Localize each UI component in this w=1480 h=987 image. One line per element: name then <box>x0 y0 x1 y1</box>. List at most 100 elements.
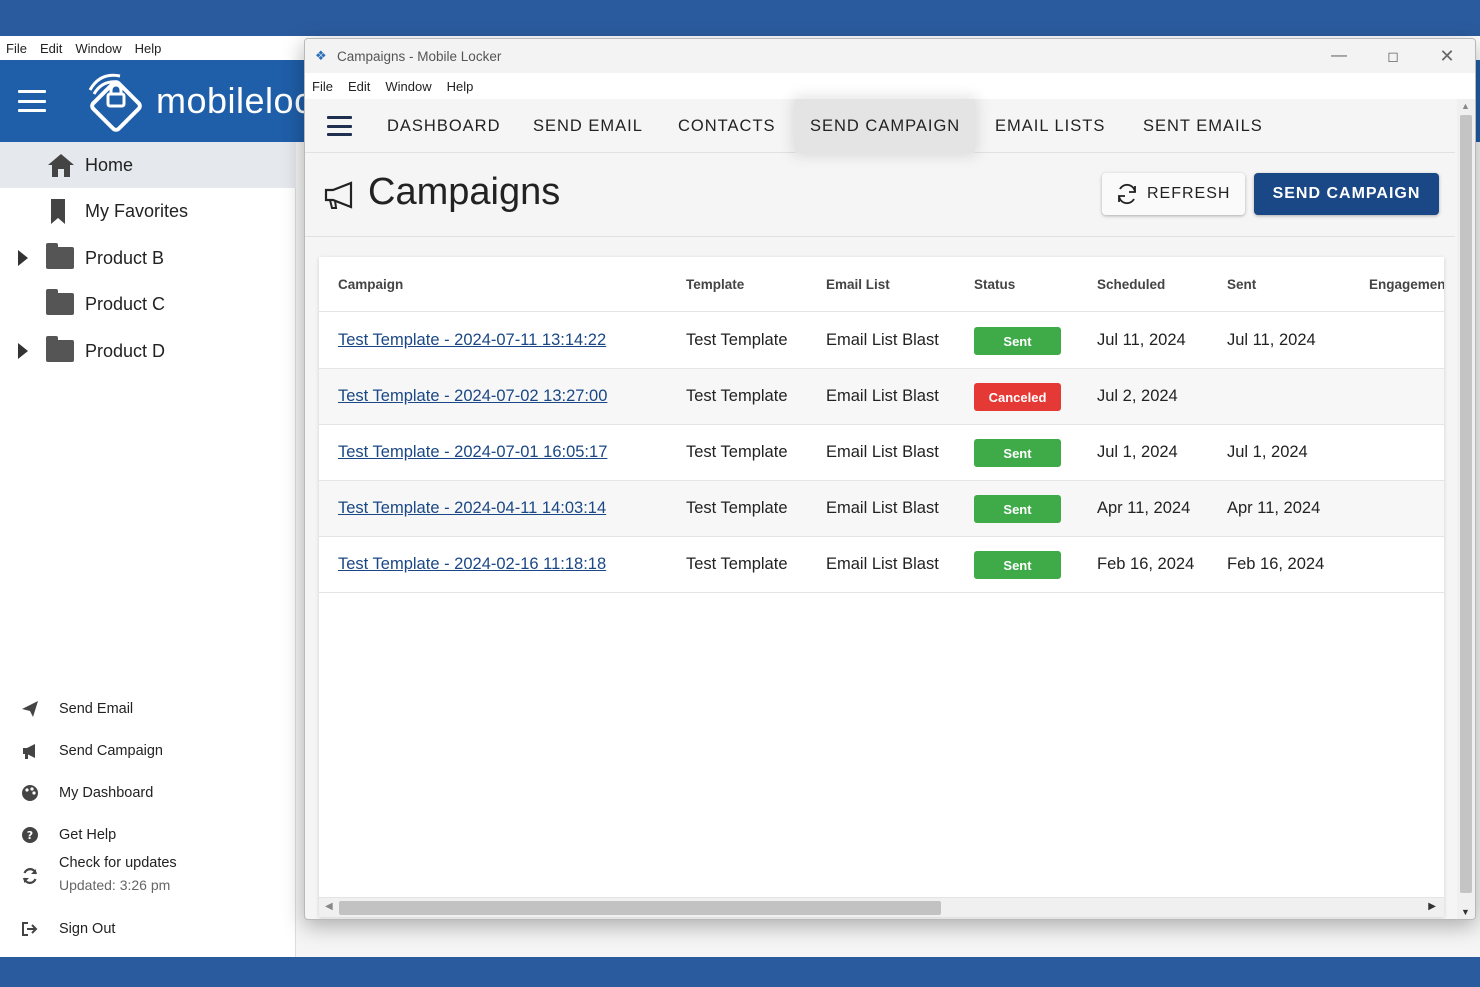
column-header-scheduled[interactable]: Scheduled <box>1097 277 1165 292</box>
hamburger-menu-icon[interactable] <box>18 90 46 112</box>
check-for-updates-action[interactable]: Check for updates Updated: 3:26 pm <box>0 853 296 899</box>
sidebar: Home My Favorites Product B Product C Pr… <box>0 142 296 957</box>
check-for-updates-label: Check for updates <box>59 855 177 871</box>
scroll-down-icon[interactable]: ▼ <box>1461 907 1470 917</box>
palette-icon <box>20 783 40 803</box>
send-email-action[interactable]: Send Email <box>0 691 296 727</box>
expand-caret-icon[interactable] <box>18 343 28 359</box>
minimize-icon[interactable]: — <box>1324 45 1354 67</box>
table-row: Test Template - 2024-07-11 13:14:22 Test… <box>319 313 1444 369</box>
outer-menu-file[interactable]: File <box>6 41 27 56</box>
tab-dashboard[interactable]: DASHBOARD <box>372 99 516 153</box>
sign-out-action[interactable]: Sign Out <box>0 911 296 947</box>
get-help-label: Get Help <box>59 827 117 843</box>
campaign-link[interactable]: Test Template - 2024-07-02 13:27:00 <box>338 387 607 405</box>
outer-menu-window[interactable]: Window <box>75 41 121 56</box>
column-header-campaign[interactable]: Campaign <box>338 277 403 292</box>
menu-help[interactable]: Help <box>447 79 474 94</box>
column-header-email-list[interactable]: Email List <box>826 277 890 292</box>
logo-text: mobilelocker <box>156 80 306 121</box>
nav-hamburger-icon[interactable] <box>327 116 352 136</box>
paper-plane-icon <box>20 699 40 719</box>
sidebar-item-product-d[interactable]: Product D <box>0 328 296 374</box>
scroll-up-icon[interactable]: ▲ <box>1461 101 1470 111</box>
horizontal-scrollbar[interactable]: ◀ ▶ <box>319 897 1444 917</box>
table-header: Campaign Template Email List Status Sche… <box>319 257 1444 312</box>
vertical-scrollbar[interactable]: ▲ ▼ <box>1457 99 1475 919</box>
page-title: Campaigns <box>368 171 561 213</box>
email-list-cell: Email List Blast <box>826 331 939 349</box>
menu-edit[interactable]: Edit <box>348 79 370 94</box>
get-help-action[interactable]: ? Get Help <box>0 817 296 853</box>
menu-file[interactable]: File <box>312 79 333 94</box>
status-badge: Canceled <box>974 383 1061 411</box>
template-cell: Test Template <box>686 331 788 349</box>
status-badge: Sent <box>974 439 1061 467</box>
sidebar-item-product-c[interactable]: Product C <box>0 281 296 327</box>
tab-sent-emails[interactable]: SENT EMAILS <box>1128 99 1278 153</box>
menu-window[interactable]: Window <box>385 79 431 94</box>
tab-send-email[interactable]: SEND EMAIL <box>518 99 658 153</box>
campaign-link[interactable]: Test Template - 2024-04-11 14:03:14 <box>338 499 606 517</box>
tab-email-lists[interactable]: EMAIL LISTS <box>980 99 1120 153</box>
refresh-button[interactable]: REFRESH <box>1102 173 1245 215</box>
sidebar-item-home[interactable]: Home <box>0 142 296 188</box>
folder-icon <box>46 243 76 271</box>
close-icon[interactable]: ✕ <box>1432 45 1462 67</box>
scheduled-cell: Jul 1, 2024 <box>1097 443 1178 461</box>
bookmark-icon <box>51 199 65 224</box>
scheduled-cell: Jul 2, 2024 <box>1097 387 1178 405</box>
my-dashboard-action[interactable]: My Dashboard <box>0 775 296 811</box>
refresh-icon <box>1118 183 1136 205</box>
scheduled-cell: Feb 16, 2024 <box>1097 555 1195 573</box>
campaign-link[interactable]: Test Template - 2024-07-11 13:14:22 <box>338 331 606 349</box>
maximize-icon[interactable]: ◻ <box>1378 45 1408 67</box>
send-email-label: Send Email <box>59 701 134 717</box>
campaign-link[interactable]: Test Template - 2024-07-01 16:05:17 <box>338 443 607 461</box>
column-header-engagement[interactable]: Engagement <box>1369 277 1444 292</box>
folder-icon <box>46 289 76 317</box>
sidebar-item-my-favorites[interactable]: My Favorites <box>0 188 296 234</box>
scroll-right-icon[interactable]: ▶ <box>1428 901 1436 912</box>
campaign-link[interactable]: Test Template - 2024-02-16 11:18:18 <box>338 555 606 573</box>
email-list-cell: Email List Blast <box>826 499 939 517</box>
outer-menu-help[interactable]: Help <box>135 41 162 56</box>
sidebar-item-label: Product C <box>85 293 166 314</box>
sidebar-item-product-b[interactable]: Product B <box>0 235 296 281</box>
status-badge: Sent <box>974 495 1061 523</box>
sidebar-item-label: Home <box>85 154 134 175</box>
campaigns-window: ❖ Campaigns - Mobile Locker — ◻ ✕ File E… <box>304 38 1476 920</box>
sent-cell: Jul 11, 2024 <box>1227 331 1316 349</box>
email-list-cell: Email List Blast <box>826 387 939 405</box>
template-cell: Test Template <box>686 387 788 405</box>
template-cell: Test Template <box>686 555 788 573</box>
app-icon: ❖ <box>315 48 327 63</box>
scheduled-cell: Apr 11, 2024 <box>1097 499 1191 517</box>
scheduled-cell: Jul 11, 2024 <box>1097 331 1186 349</box>
email-list-cell: Email List Blast <box>826 555 939 573</box>
help-circle-icon: ? <box>20 825 40 845</box>
my-dashboard-label: My Dashboard <box>59 785 154 801</box>
tab-send-campaign[interactable]: SEND CAMPAIGN <box>795 99 976 153</box>
sent-cell: Jul 1, 2024 <box>1227 443 1308 461</box>
send-campaign-label: Send Campaign <box>59 743 163 759</box>
send-campaign-action[interactable]: Send Campaign <box>0 733 296 769</box>
window-titlebar[interactable]: ❖ Campaigns - Mobile Locker — ◻ ✕ <box>305 39 1475 73</box>
send-campaign-button[interactable]: SEND CAMPAIGN <box>1254 173 1439 215</box>
email-list-cell: Email List Blast <box>826 443 939 461</box>
outer-menu-edit[interactable]: Edit <box>40 41 62 56</box>
tab-contacts[interactable]: CONTACTS <box>663 99 791 153</box>
expand-caret-icon[interactable] <box>18 250 28 266</box>
scrollbar-thumb[interactable] <box>339 901 941 915</box>
home-icon <box>48 154 74 177</box>
window-title: Campaigns - Mobile Locker <box>337 49 502 64</box>
refresh-icon <box>20 866 40 886</box>
scrollbar-thumb[interactable] <box>1460 115 1472 893</box>
column-header-template[interactable]: Template <box>686 277 744 292</box>
desktop-bottom-bar <box>0 957 1480 987</box>
scroll-left-icon[interactable]: ◀ <box>325 901 333 912</box>
megaphone-icon <box>324 181 353 209</box>
svg-text:?: ? <box>27 829 33 842</box>
column-header-sent[interactable]: Sent <box>1227 277 1256 292</box>
column-header-status[interactable]: Status <box>974 277 1015 292</box>
